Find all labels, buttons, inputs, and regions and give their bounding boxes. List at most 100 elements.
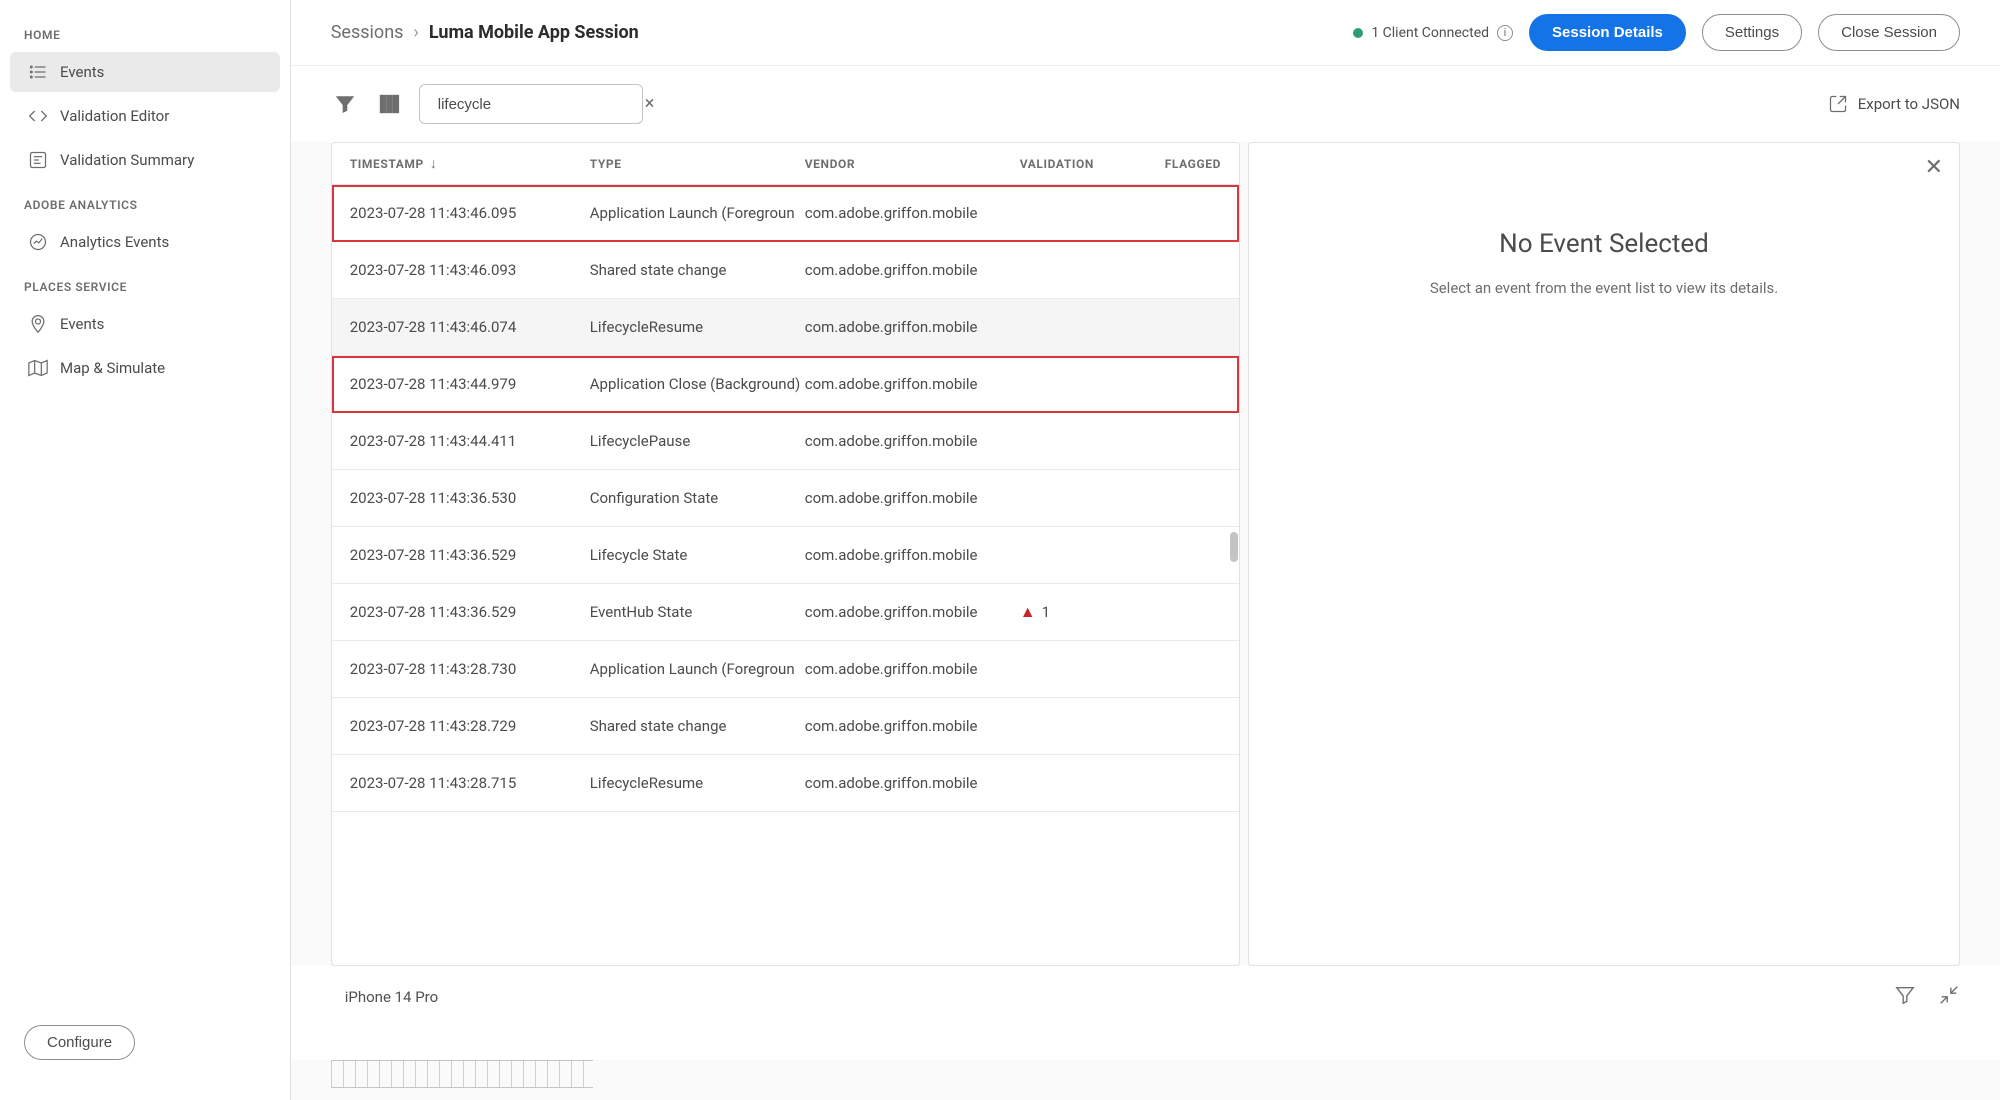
cell-type: Application Launch (Foregroun: [590, 660, 805, 678]
events-table: TIMESTAMP ↓ TYPE VENDOR VALIDATION FLAGG…: [331, 142, 1240, 966]
cell-timestamp: 2023-07-28 11:43:36.529: [350, 603, 590, 621]
cell-type: Configuration State: [590, 489, 805, 507]
column-header-vendor[interactable]: VENDOR: [805, 157, 1020, 171]
columns-button[interactable]: [375, 90, 403, 118]
cell-timestamp: 2023-07-28 11:43:44.411: [350, 432, 590, 450]
column-header-flagged[interactable]: FLAGGED: [1165, 157, 1221, 171]
filter-button[interactable]: [331, 90, 359, 118]
search-field[interactable]: ×: [419, 84, 643, 124]
footer-bar: iPhone 14 Pro: [291, 966, 2000, 1060]
cell-timestamp: 2023-07-28 11:43:28.730: [350, 660, 590, 678]
status-dot-icon: [1353, 28, 1363, 38]
configure-button[interactable]: Configure: [24, 1025, 135, 1060]
table-row[interactable]: 2023-07-28 11:43:28.715LifecycleResumeco…: [332, 755, 1239, 812]
sidebar-item-label: Validation Summary: [60, 151, 194, 169]
sidebar-item-analytics-events[interactable]: Analytics Events: [10, 222, 280, 262]
cell-type: Lifecycle State: [590, 546, 805, 564]
sidebar-item-label: Validation Editor: [60, 107, 169, 125]
cell-vendor: com.adobe.griffon.mobile: [805, 318, 1020, 336]
sidebar-item-places-events[interactable]: Events: [10, 304, 280, 344]
footer-filter-button[interactable]: [1894, 984, 1916, 1010]
status-text: 1 Client Connected: [1371, 25, 1489, 41]
export-label: Export to JSON: [1858, 95, 1960, 113]
sidebar-item-validation-editor[interactable]: Validation Editor: [10, 96, 280, 136]
column-header-timestamp[interactable]: TIMESTAMP ↓: [350, 155, 590, 172]
scrollbar-thumb[interactable]: [1230, 532, 1238, 562]
cell-timestamp: 2023-07-28 11:43:28.715: [350, 774, 590, 792]
sidebar-item-label: Map & Simulate: [60, 359, 165, 377]
cell-vendor: com.adobe.griffon.mobile: [805, 717, 1020, 735]
code-icon: [28, 106, 48, 126]
column-header-validation[interactable]: VALIDATION: [1020, 157, 1165, 171]
timeline-segment: [331, 1060, 593, 1088]
collapse-icon[interactable]: [1938, 984, 1960, 1010]
search-input[interactable]: [438, 96, 637, 113]
device-label: iPhone 14 Pro: [345, 988, 438, 1006]
session-details-button[interactable]: Session Details: [1529, 14, 1686, 51]
breadcrumb-root[interactable]: Sessions: [331, 22, 404, 43]
details-title: No Event Selected: [1499, 229, 1709, 259]
cell-type: LifecycleResume: [590, 774, 805, 792]
warning-icon: ▲: [1020, 602, 1036, 622]
cell-type: Application Launch (Foregroun: [590, 204, 805, 222]
chevron-right-icon: ›: [413, 22, 418, 43]
cell-vendor: com.adobe.griffon.mobile: [805, 603, 1020, 621]
sidebar-item-label: Events: [60, 315, 104, 333]
analytics-icon: [28, 232, 48, 252]
header: Sessions › Luma Mobile App Session 1 Cli…: [291, 0, 2000, 66]
close-session-button[interactable]: Close Session: [1818, 14, 1960, 51]
export-json-button[interactable]: Export to JSON: [1828, 94, 1960, 114]
timeline[interactable]: [331, 1060, 1960, 1088]
table-row[interactable]: 2023-07-28 11:43:36.529Lifecycle Stateco…: [332, 527, 1239, 584]
settings-button[interactable]: Settings: [1702, 14, 1802, 51]
sidebar-footer: Configure: [0, 1007, 290, 1100]
cell-vendor: com.adobe.griffon.mobile: [805, 660, 1020, 678]
sidebar-item-label: Events: [60, 63, 104, 81]
table-row[interactable]: 2023-07-28 11:43:36.529EventHub Statecom…: [332, 584, 1239, 641]
table-row[interactable]: 2023-07-28 11:43:46.095Application Launc…: [332, 185, 1239, 242]
cell-timestamp: 2023-07-28 11:43:28.729: [350, 717, 590, 735]
table-row[interactable]: 2023-07-28 11:43:28.730Application Launc…: [332, 641, 1239, 698]
cell-vendor: com.adobe.griffon.mobile: [805, 204, 1020, 222]
table-row[interactable]: 2023-07-28 11:43:44.979Application Close…: [332, 356, 1239, 413]
sidebar-section-analytics: ADOBE ANALYTICS: [0, 182, 290, 220]
close-icon[interactable]: ✕: [1925, 155, 1943, 180]
details-subtitle: Select an event from the event list to v…: [1430, 279, 1778, 297]
cell-type: Shared state change: [590, 261, 805, 279]
table-row[interactable]: 2023-07-28 11:43:28.729Shared state chan…: [332, 698, 1239, 755]
main: Sessions › Luma Mobile App Session 1 Cli…: [291, 0, 2000, 1100]
table-body: 2023-07-28 11:43:46.095Application Launc…: [332, 185, 1239, 965]
cell-validation: ▲1: [1020, 602, 1165, 622]
table-row[interactable]: 2023-07-28 11:43:44.411LifecyclePausecom…: [332, 413, 1239, 470]
table-row[interactable]: 2023-07-28 11:43:46.093Shared state chan…: [332, 242, 1239, 299]
cell-timestamp: 2023-07-28 11:43:46.093: [350, 261, 590, 279]
sidebar-item-validation-summary[interactable]: Validation Summary: [10, 140, 280, 180]
clear-search-icon[interactable]: ×: [645, 95, 655, 113]
cell-vendor: com.adobe.griffon.mobile: [805, 489, 1020, 507]
cell-type: Shared state change: [590, 717, 805, 735]
table-row[interactable]: 2023-07-28 11:43:46.074LifecycleResumeco…: [332, 299, 1239, 356]
column-header-type[interactable]: TYPE: [590, 157, 805, 171]
cell-timestamp: 2023-07-28 11:43:44.979: [350, 375, 590, 393]
cell-type: LifecycleResume: [590, 318, 805, 336]
pin-icon: [28, 314, 48, 334]
cell-vendor: com.adobe.griffon.mobile: [805, 546, 1020, 564]
breadcrumb-current: Luma Mobile App Session: [429, 22, 639, 43]
table-row[interactable]: 2023-07-28 11:43:36.530Configuration Sta…: [332, 470, 1239, 527]
event-details-panel: ✕ No Event Selected Select an event from…: [1248, 142, 1960, 966]
cell-timestamp: 2023-07-28 11:43:46.074: [350, 318, 590, 336]
cell-timestamp: 2023-07-28 11:43:36.529: [350, 546, 590, 564]
cell-timestamp: 2023-07-28 11:43:46.095: [350, 204, 590, 222]
cell-type: LifecyclePause: [590, 432, 805, 450]
summary-icon: [28, 150, 48, 170]
cell-vendor: com.adobe.griffon.mobile: [805, 261, 1020, 279]
cell-vendor: com.adobe.griffon.mobile: [805, 432, 1020, 450]
cell-vendor: com.adobe.griffon.mobile: [805, 774, 1020, 792]
sidebar-item-events[interactable]: Events: [10, 52, 280, 92]
toolbar: × Export to JSON: [291, 66, 2000, 142]
sidebar-section-home: HOME: [0, 12, 290, 50]
cell-type: Application Close (Background): [590, 375, 805, 393]
sidebar-item-map-simulate[interactable]: Map & Simulate: [10, 348, 280, 388]
sidebar-section-places: PLACES SERVICE: [0, 264, 290, 302]
info-icon[interactable]: i: [1497, 25, 1513, 41]
